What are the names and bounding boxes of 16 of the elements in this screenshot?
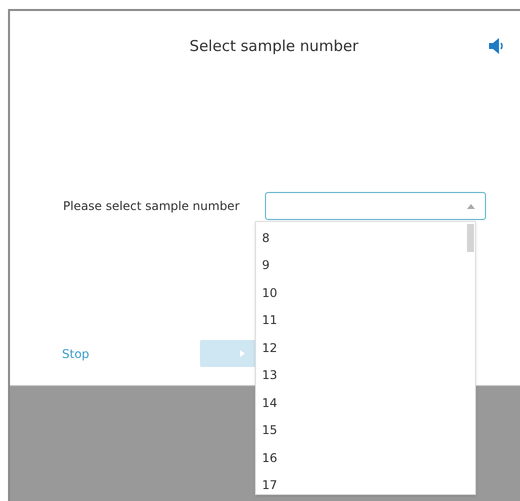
dialog-title: Select sample number [190, 36, 358, 57]
dropdown-option[interactable]: 11 [262, 306, 475, 334]
dropdown-option[interactable]: 10 [262, 279, 475, 306]
dropdown-option[interactable]: 14 [262, 389, 475, 416]
dropdown-option[interactable]: 13 [262, 362, 475, 389]
play-icon [240, 350, 246, 357]
caret-icon [467, 204, 475, 208]
dropdown-option[interactable]: 15 [262, 416, 475, 444]
scrollbar-thumb[interactable] [467, 224, 474, 252]
dropdown-option[interactable]: 8 [262, 224, 475, 252]
dropdown-option[interactable]: 17 [262, 472, 475, 499]
dropdown-option[interactable]: 12 [262, 334, 475, 362]
dropdown-option[interactable]: 9 [262, 252, 475, 279]
sample-number-dropdown[interactable] [265, 192, 486, 220]
field-label: Please select sample number [63, 198, 240, 215]
dropdown-option[interactable]: 16 [262, 444, 475, 472]
